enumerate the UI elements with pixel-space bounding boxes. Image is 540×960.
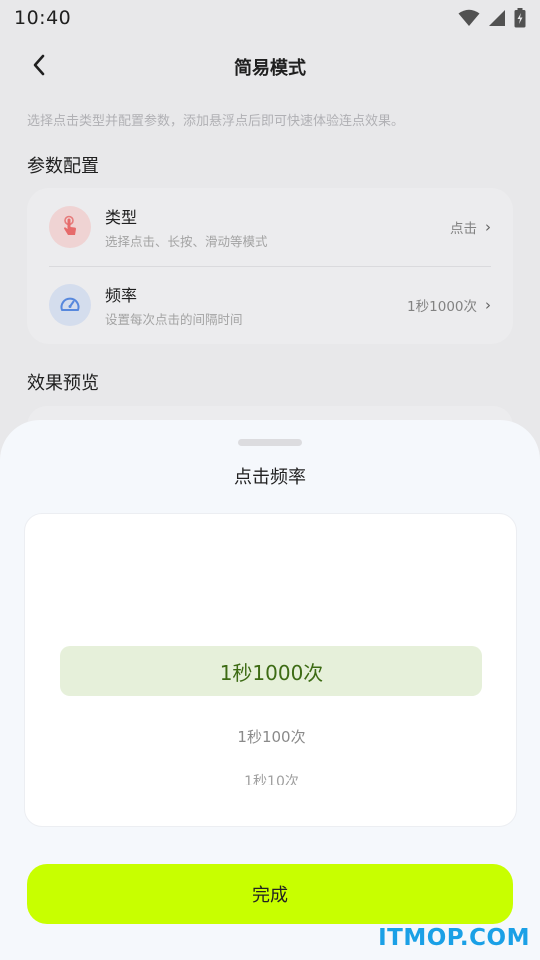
watermark: ITMOP.COM — [378, 925, 530, 951]
sheet-title: 点击频率 — [234, 467, 306, 488]
frequency-bottom-sheet: 点击频率 1秒1000次 1秒100次 1秒10次 完成 — [0, 420, 540, 960]
frequency-picker[interactable]: 1秒1000次 1秒100次 1秒10次 — [24, 513, 517, 827]
picker-option[interactable]: 1秒100次 — [25, 726, 516, 747]
picker-option[interactable]: 1秒10次 — [25, 771, 516, 785]
picker-option-selected[interactable]: 1秒1000次 — [25, 657, 516, 686]
done-button[interactable]: 完成 — [27, 864, 513, 924]
sheet-drag-handle[interactable] — [238, 439, 302, 446]
